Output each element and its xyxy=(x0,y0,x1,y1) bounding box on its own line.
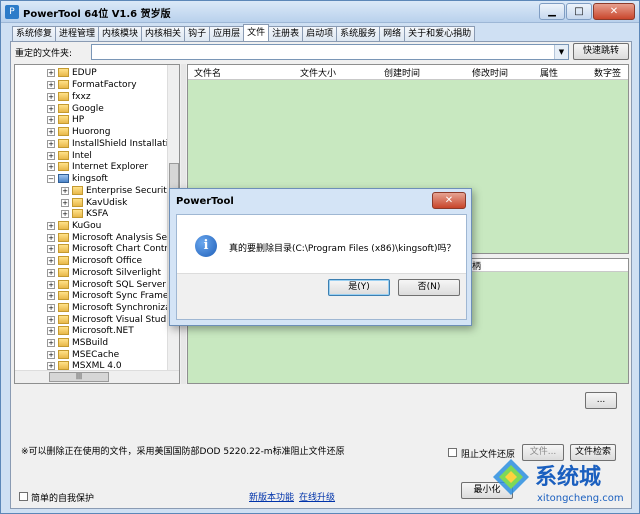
column-header-size[interactable]: 文件大小 xyxy=(300,66,336,79)
maximize-button[interactable]: □ xyxy=(566,3,592,20)
folder-icon xyxy=(72,209,83,218)
folder-icon xyxy=(58,280,69,289)
self-protect-label: 简单的自我保护 xyxy=(31,494,95,504)
tab-file[interactable]: 文件 xyxy=(243,24,270,41)
folder-open-icon xyxy=(58,174,69,183)
tree-item[interactable]: + KSFA xyxy=(61,208,108,220)
tree-item[interactable]: + fxxz xyxy=(47,91,91,103)
folder-icon xyxy=(58,162,69,171)
self-protect-checkbox[interactable] xyxy=(19,492,28,501)
no-button[interactable]: 否(N) xyxy=(398,279,460,296)
watermark-logo-icon xyxy=(493,459,529,495)
tree-item[interactable]: + Microsoft Office xyxy=(47,255,142,267)
scroll-thumb[interactable]: ||| xyxy=(49,372,109,382)
tab-process[interactable]: 进程管理 xyxy=(55,26,100,41)
folder-icon xyxy=(58,338,69,347)
folder-icon xyxy=(58,256,69,265)
warning-text: ※可以删除正在使用的文件，采用美国国防部DOD 5220.22-m标准阻止文件还… xyxy=(21,447,345,457)
column-header-signature[interactable]: 数字签 xyxy=(594,66,621,79)
folder-icon xyxy=(58,221,69,230)
dialog-message: 真的要删除目录(C:\Program Files (x86)\kingsoft)… xyxy=(229,244,456,254)
chevron-down-icon[interactable]: ▼ xyxy=(554,45,568,59)
folder-icon xyxy=(58,291,69,300)
folder-icon xyxy=(58,92,69,101)
tree-item[interactable]: + KuGou xyxy=(47,220,101,232)
tree-horizontal-scrollbar[interactable]: ||| xyxy=(15,370,179,383)
folder-icon xyxy=(58,68,69,77)
folder-icon xyxy=(58,233,69,242)
dialog-close-button[interactable]: ✕ xyxy=(432,192,466,209)
tree-item[interactable]: + Microsoft Synchronizati xyxy=(47,302,177,314)
folder-icon xyxy=(58,127,69,136)
tree-item[interactable]: + Microsoft Sync Framew xyxy=(47,290,176,302)
quick-jump-button[interactable]: 快速跳转 xyxy=(573,43,629,60)
tree-item[interactable]: + HP xyxy=(47,114,84,126)
tab-services[interactable]: 系统服务 xyxy=(336,26,381,41)
folder-icon xyxy=(58,80,69,89)
tab-about[interactable]: 关于和爱心捐助 xyxy=(404,26,476,41)
folder-tree[interactable]: + EDUP + FormatFactory + fxxz + Google + HP +… xyxy=(14,64,180,384)
folder-icon xyxy=(58,115,69,124)
tab-hooks[interactable]: 钩子 xyxy=(184,26,211,41)
redirect-label: 重定的文件夹: xyxy=(15,49,73,59)
tree-item[interactable]: + InstallShield Installation xyxy=(47,138,179,150)
column-header-filename[interactable]: 文件名 xyxy=(194,66,221,79)
close-button[interactable]: ✕ xyxy=(593,3,635,20)
dialog-title: PowerTool xyxy=(176,196,234,207)
tree-item-kingsoft[interactable]: − kingsoft xyxy=(47,173,108,185)
column-header-attributes[interactable]: 属性 xyxy=(540,66,558,79)
tree-item[interactable]: + Microsoft.NET xyxy=(47,325,134,337)
window-title: PowerTool 64位 V1.6 贺岁版 xyxy=(23,9,171,20)
column-header-modified[interactable]: 修改时间 xyxy=(472,66,508,79)
folder-icon xyxy=(58,350,69,359)
column-header-handle[interactable]: 柄 xyxy=(472,259,481,272)
main-tabs: 系统修复 进程管理 内核模块 内核相关 钩子 应用层 文件 注册表 启动项 系统… xyxy=(12,24,476,41)
folder-icon xyxy=(58,361,69,370)
info-icon: i xyxy=(195,235,217,257)
folder-icon xyxy=(72,186,83,195)
yes-button[interactable]: 是(Y) xyxy=(328,279,390,296)
online-upgrade-link[interactable]: 在线升级 xyxy=(299,490,335,503)
watermark: 系统城 xitongcheng.com xyxy=(491,453,640,513)
tab-startup[interactable]: 启动项 xyxy=(302,26,338,41)
main-window: P PowerTool 64位 V1.6 贺岁版 ▁ □ ✕ 系统修复 进程管理… xyxy=(0,0,640,514)
folder-icon xyxy=(58,315,69,324)
dialog-footer: 是(Y) 否(N) xyxy=(177,273,466,319)
tab-kernel-related[interactable]: 内核相关 xyxy=(141,26,186,41)
confirm-dialog: PowerTool ✕ i 真的要删除目录(C:\Program Files (… xyxy=(169,188,472,326)
folder-icon xyxy=(58,104,69,113)
tab-network[interactable]: 网络 xyxy=(379,26,406,41)
folder-icon xyxy=(58,244,69,253)
tree-item[interactable]: + Microsoft Chart Control xyxy=(47,243,176,255)
prevent-restore-checkbox[interactable] xyxy=(448,448,457,457)
tree-item[interactable]: + Enterprise Security xyxy=(61,185,172,197)
tab-registry[interactable]: 注册表 xyxy=(268,26,304,41)
folder-icon xyxy=(72,198,83,207)
redirect-path-input[interactable]: ▼ xyxy=(91,44,569,60)
new-feature-link[interactable]: 新版本功能 xyxy=(249,490,294,503)
folder-icon xyxy=(58,326,69,335)
tree-item[interactable]: + Huorong xyxy=(47,126,110,138)
watermark-text: 系统城 xyxy=(535,465,602,490)
folder-icon xyxy=(58,139,69,148)
tab-system-repair[interactable]: 系统修复 xyxy=(12,26,57,41)
folder-icon xyxy=(58,268,69,277)
minimize-button[interactable]: ▁ xyxy=(539,3,565,20)
tree-item[interactable]: + EDUP xyxy=(47,67,97,79)
column-header-created[interactable]: 创建时间 xyxy=(384,66,420,79)
title-bar: P PowerTool 64位 V1.6 贺岁版 ▁ □ ✕ xyxy=(1,1,639,23)
watermark-url: xitongcheng.com xyxy=(537,493,624,504)
dialog-body: i 真的要删除目录(C:\Program Files (x86)\kingsof… xyxy=(176,214,467,320)
file-list-header: 文件名 文件大小 创建时间 修改时间 属性 数字签 xyxy=(188,65,628,80)
app-icon: P xyxy=(5,5,19,19)
tree-item[interactable]: + FormatFactory xyxy=(47,79,137,91)
tree-item[interactable]: + MSBuild xyxy=(47,337,108,349)
tab-app-layer[interactable]: 应用层 xyxy=(209,26,245,41)
tree-item[interactable]: + Microsoft Silverlight xyxy=(47,267,161,279)
folder-icon xyxy=(58,151,69,160)
tree-item[interactable]: + Internet Explorer xyxy=(47,161,148,173)
more-button[interactable]: ... xyxy=(585,392,617,409)
folder-icon xyxy=(58,303,69,312)
tab-kernel-module[interactable]: 内核模块 xyxy=(98,26,143,41)
